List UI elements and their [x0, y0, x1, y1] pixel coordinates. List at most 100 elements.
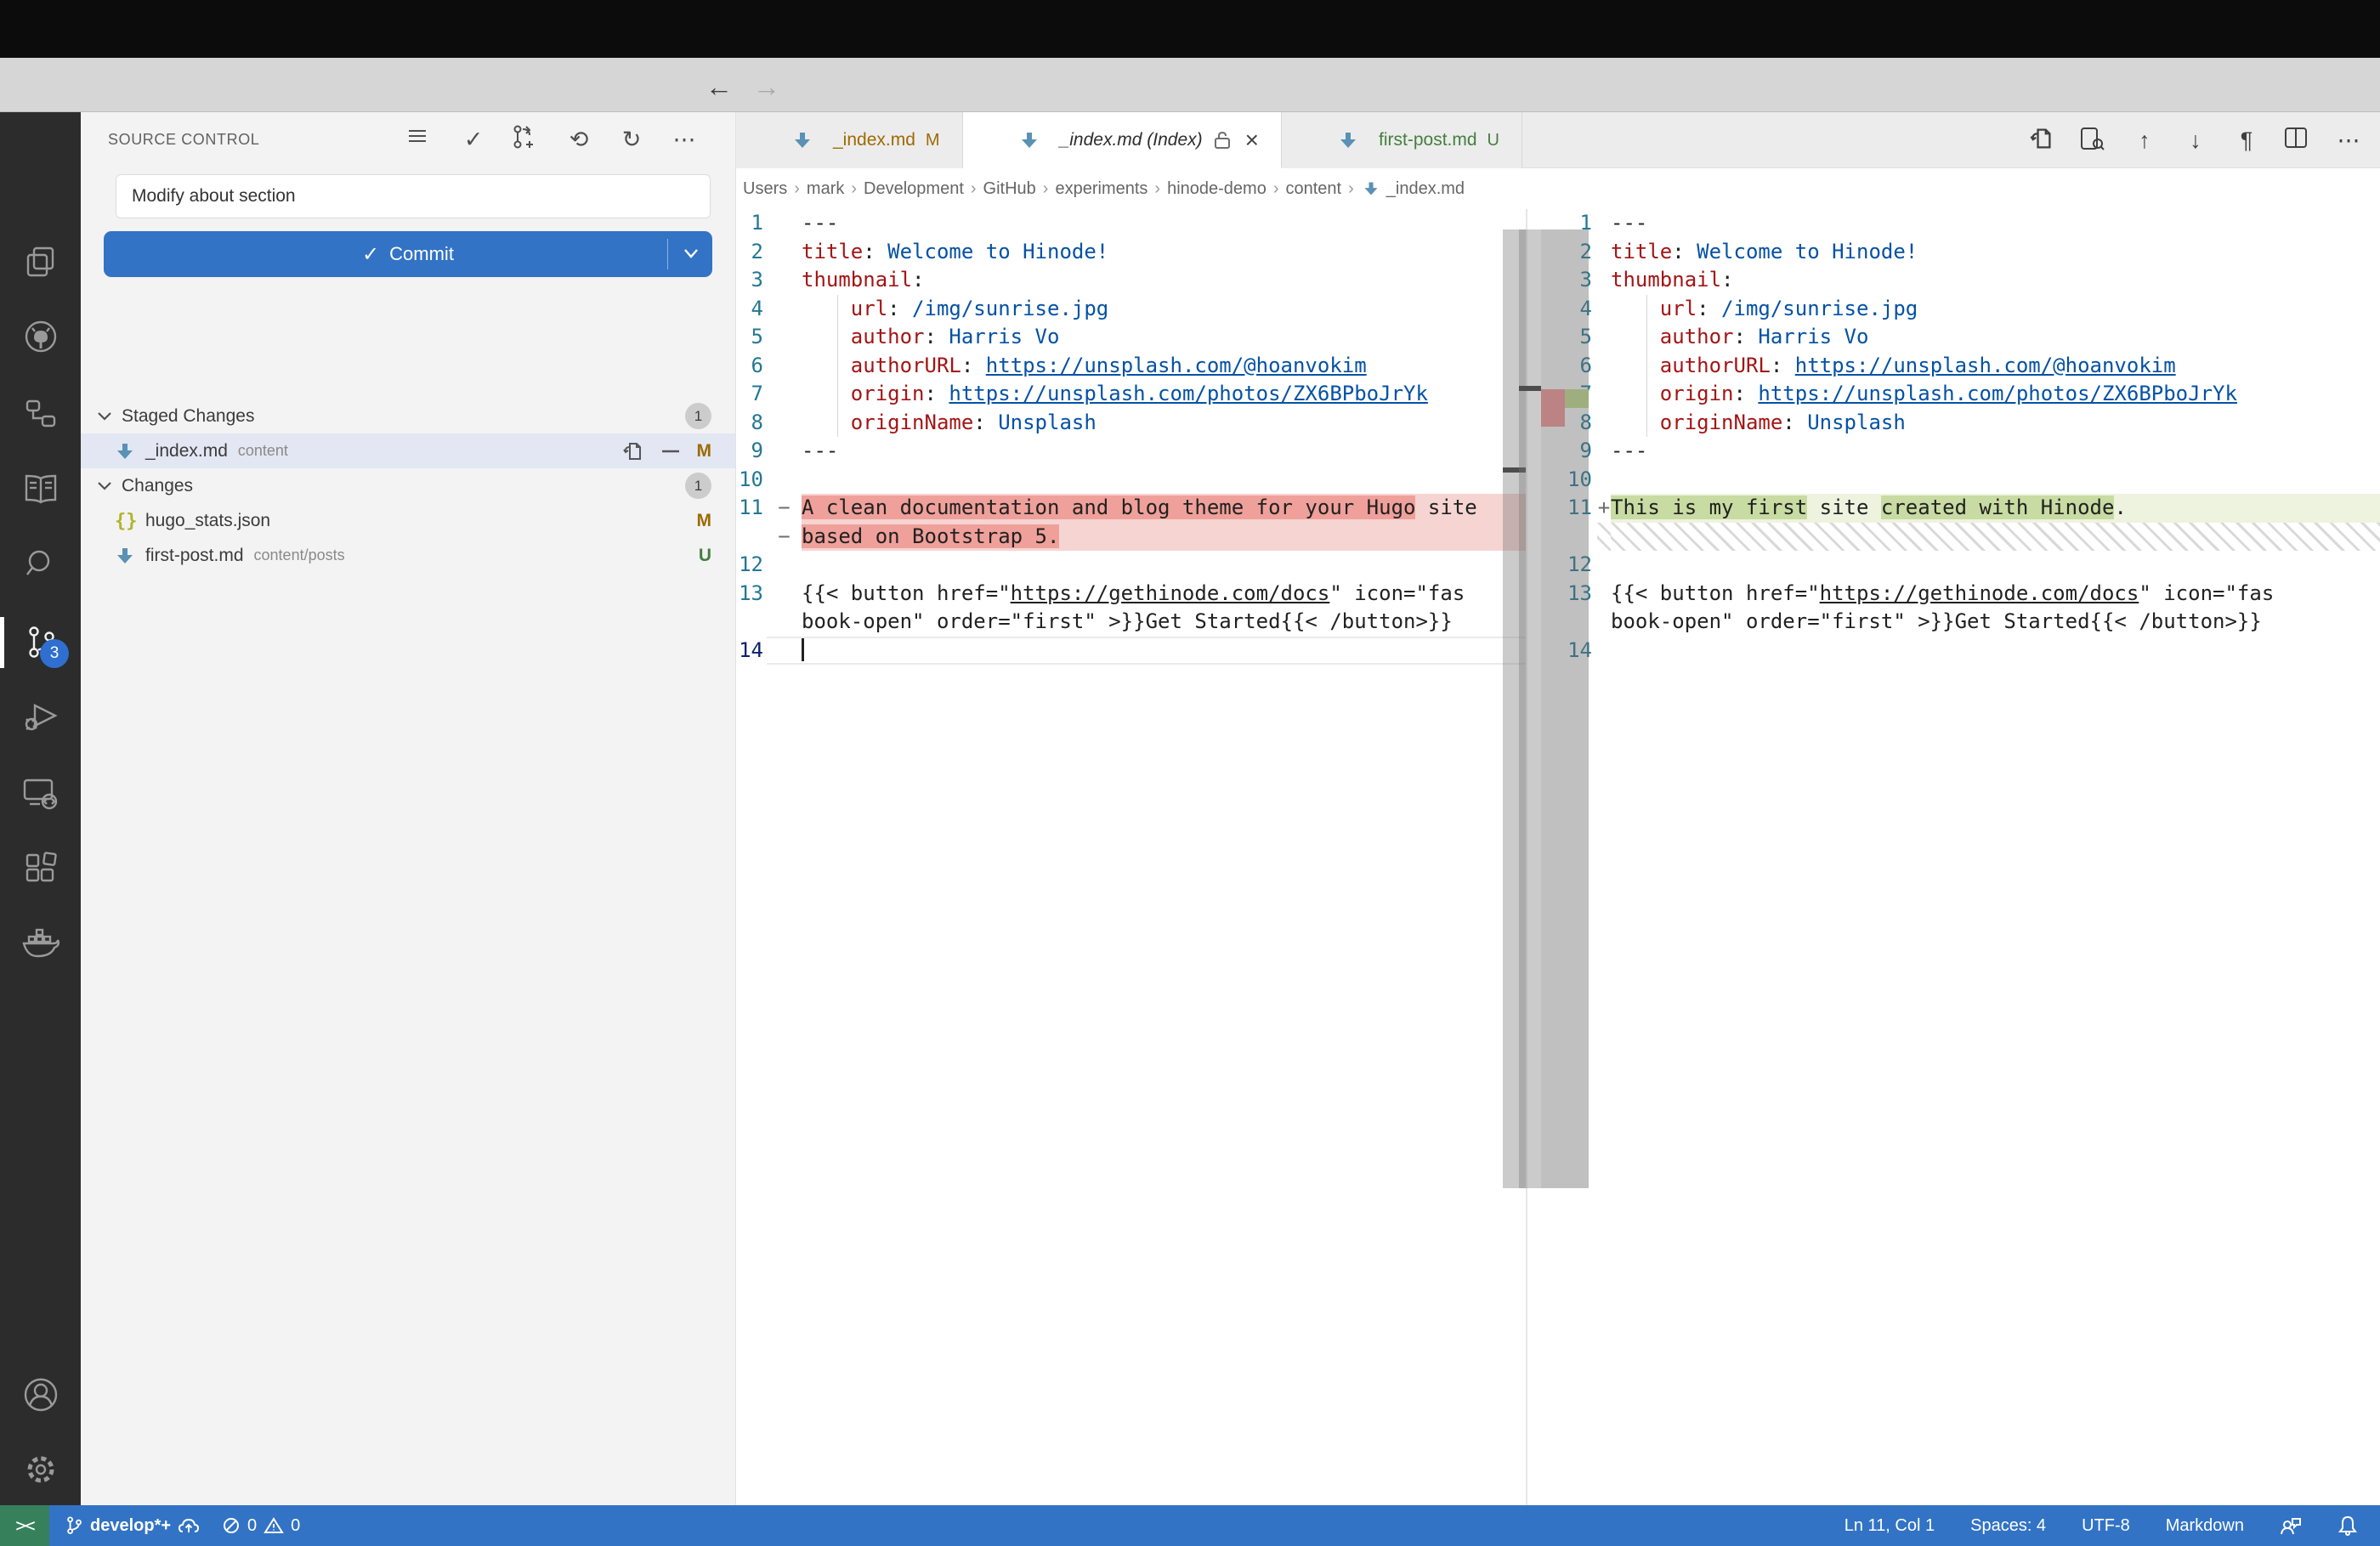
changes-section[interactable]: Changes 1: [81, 468, 735, 503]
close-tab-icon[interactable]: ×: [1245, 127, 1259, 154]
code-line[interactable]: 2title: Welcome to Hinode!: [736, 238, 1526, 267]
code-line[interactable]: 8 originName: Unsplash: [1527, 409, 2380, 438]
code-line[interactable]: 14: [1527, 637, 2380, 665]
code-line[interactable]: 12: [1527, 551, 2380, 580]
warning-icon: [264, 1516, 284, 1535]
code-line[interactable]: 8 originName: Unsplash: [736, 409, 1526, 438]
file-row-hugo-stats[interactable]: {} hugo_stats.json M: [81, 503, 735, 538]
create-branch-icon[interactable]: [511, 124, 541, 155]
breadcrumb-item[interactable]: GitHub: [983, 179, 1036, 199]
problems-status[interactable]: 0 0: [222, 1516, 300, 1536]
next-change-icon[interactable]: ↓: [2181, 126, 2210, 155]
navigate-back-button[interactable]: ←: [704, 71, 734, 102]
refresh-icon[interactable]: ↻: [616, 124, 647, 155]
code-line[interactable]: 10: [1527, 466, 2380, 495]
view-as-list-icon[interactable]: [405, 124, 436, 155]
file-row-first-post[interactable]: first-post.md content/posts U: [81, 538, 735, 573]
hierarchy-icon[interactable]: [0, 376, 81, 450]
code-line[interactable]: [1527, 523, 2380, 552]
code-line[interactable]: book-open" order="first" >}}Get Started{…: [1527, 608, 2380, 637]
line-content: origin: https://unsplash.com/photos/ZX6B…: [802, 380, 1526, 409]
diff-modified-pane[interactable]: 1---2title: Welcome to Hinode!3thumbnail…: [1527, 209, 2380, 1505]
tab-index-md-working[interactable]: _index.md M: [736, 112, 963, 168]
code-line[interactable]: 2title: Welcome to Hinode!: [1527, 238, 2380, 267]
code-line[interactable]: 7 origin: https://unsplash.com/photos/ZX…: [736, 380, 1526, 409]
extensions-icon[interactable]: [0, 831, 81, 906]
source-control-icon[interactable]: 3: [0, 605, 81, 680]
more-actions-icon[interactable]: ⋯: [2334, 126, 2363, 155]
commit-dropdown-chevron-icon[interactable]: [682, 246, 700, 260]
notifications-bell-icon[interactable]: [2338, 1515, 2358, 1537]
indentation-status[interactable]: Spaces: 4: [1970, 1516, 2046, 1536]
code-line[interactable]: 7 origin: https://unsplash.com/photos/ZX…: [1527, 380, 2380, 409]
more-actions-icon[interactable]: ⋯: [669, 124, 700, 155]
code-line[interactable]: 9---: [1527, 437, 2380, 466]
diff-original-pane[interactable]: 1---2title: Welcome to Hinode!3thumbnail…: [736, 209, 1526, 1505]
github-icon[interactable]: [0, 299, 81, 374]
open-file-icon[interactable]: [2028, 126, 2057, 155]
tab-first-post-md[interactable]: first-post.md U: [1282, 112, 1522, 168]
code-line[interactable]: 1---: [1527, 209, 2380, 238]
code-line[interactable]: 4 url: /img/sunrise.jpg: [1527, 295, 2380, 324]
breadcrumb-item[interactable]: mark: [807, 179, 844, 199]
code-line[interactable]: 11+This is my first site created with Hi…: [1527, 494, 2380, 523]
breadcrumb-item[interactable]: _index.md: [1386, 179, 1465, 199]
settings-gear-icon[interactable]: [0, 1432, 81, 1507]
cursor-position-status[interactable]: Ln 11, Col 1: [1844, 1516, 1935, 1536]
branch-status[interactable]: develop*+: [65, 1515, 200, 1536]
code-line[interactable]: 1---: [736, 209, 1526, 238]
line-content: author: Harris Vo: [802, 323, 1526, 352]
breadcrumb-item[interactable]: content: [1286, 179, 1342, 199]
search-icon[interactable]: [0, 527, 81, 602]
feedback-icon[interactable]: [2280, 1515, 2302, 1536]
render-whitespace-icon[interactable]: ¶: [2232, 126, 2261, 155]
language-mode-status[interactable]: Markdown: [2166, 1516, 2244, 1536]
code-line[interactable]: 12: [736, 551, 1526, 580]
diff-editor: 1---2title: Welcome to Hinode!3thumbnail…: [736, 209, 2380, 1505]
code-line[interactable]: 6 authorURL: https://unsplash.com/@hoanv…: [736, 352, 1526, 381]
file-row-index-md[interactable]: _index.md content M: [81, 433, 735, 468]
remote-indicator[interactable]: ><: [0, 1505, 49, 1546]
code-line[interactable]: 13{{< button href="https://gethinode.com…: [736, 580, 1526, 609]
remote-explorer-icon[interactable]: [0, 756, 81, 831]
encoding-status[interactable]: UTF-8: [2082, 1516, 2130, 1536]
code-line[interactable]: 10: [736, 466, 1526, 495]
line-content: book-open" order="first" >}}Get Started{…: [1611, 608, 2380, 637]
commit-check-icon[interactable]: ✓: [458, 124, 489, 155]
navigate-forward-button[interactable]: →: [751, 71, 782, 102]
explorer-icon[interactable]: [0, 224, 81, 299]
breadcrumb-item[interactable]: Users: [743, 179, 787, 199]
docs-book-icon[interactable]: [0, 452, 81, 527]
tab-index-md-diff[interactable]: _index.md (Index) ×: [963, 112, 1282, 168]
commit-button[interactable]: ✓ Commit: [104, 231, 712, 277]
code-line[interactable]: 3thumbnail:: [1527, 266, 2380, 295]
history-icon[interactable]: ⟲: [564, 124, 594, 155]
code-line[interactable]: 14: [736, 637, 1526, 665]
docker-icon[interactable]: [0, 906, 81, 981]
previous-change-icon[interactable]: ↑: [2130, 126, 2159, 155]
code-line[interactable]: 9---: [736, 437, 1526, 466]
account-icon[interactable]: [0, 1357, 81, 1432]
unstage-minus-icon[interactable]: [660, 448, 681, 455]
breadcrumb-item[interactable]: experiments: [1055, 179, 1148, 199]
code-line[interactable]: 11−A clean documentation and blog theme …: [736, 494, 1526, 523]
code-line[interactable]: −based on Bootstrap 5.: [736, 523, 1526, 552]
commit-message-input[interactable]: [116, 174, 711, 218]
staged-changes-section[interactable]: Staged Changes 1: [81, 399, 735, 433]
open-file-icon[interactable]: [621, 440, 643, 462]
code-line[interactable]: 13{{< button href="https://gethinode.com…: [1527, 580, 2380, 609]
right-scrollbar[interactable]: [1519, 229, 1541, 1188]
code-line[interactable]: 5 author: Harris Vo: [1527, 323, 2380, 352]
code-line[interactable]: 6 authorURL: https://unsplash.com/@hoanv…: [1527, 352, 2380, 381]
code-line[interactable]: 5 author: Harris Vo: [736, 323, 1526, 352]
split-editor-icon[interactable]: [2283, 126, 2312, 155]
run-debug-icon[interactable]: [0, 680, 81, 755]
code-line[interactable]: 4 url: /img/sunrise.jpg: [736, 295, 1526, 324]
breadcrumb-item[interactable]: hinode-demo: [1167, 179, 1266, 199]
breadcrumb-item[interactable]: Development: [864, 179, 964, 199]
code-line[interactable]: 3thumbnail:: [736, 266, 1526, 295]
code-line[interactable]: book-open" order="first" >}}Get Started{…: [736, 608, 1526, 637]
diff-sign: [1597, 523, 1611, 552]
breadcrumb-separator: ›: [794, 179, 800, 199]
inline-view-icon[interactable]: [2079, 126, 2108, 155]
